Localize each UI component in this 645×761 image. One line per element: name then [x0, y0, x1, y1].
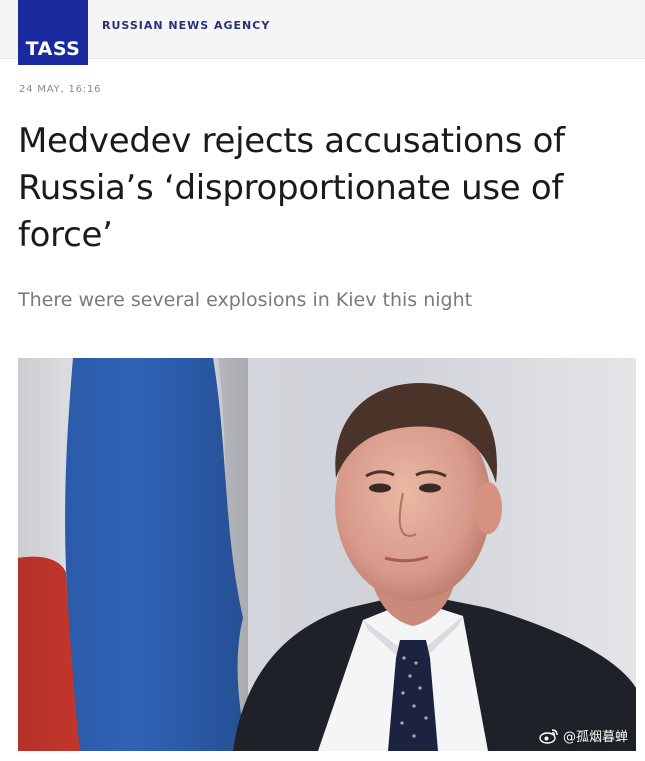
watermark: @孤烟暮蝉 [539, 726, 628, 745]
watermark-text: @孤烟暮蝉 [562, 730, 628, 745]
weibo-icon [539, 728, 558, 744]
article-page: TASS RUSSIAN NEWS AGENCY 24 MAY, 16:16 M… [0, 0, 645, 761]
portrait-photo-icon [18, 358, 636, 751]
agency-name-link[interactable]: RUSSIAN NEWS AGENCY [102, 19, 270, 32]
article-timestamp: 24 MAY, 16:16 [19, 84, 102, 95]
article-headline: Medvedev rejects accusations of Russia’s… [18, 121, 565, 255]
article-subheadline: There were several explosions in Kiev th… [18, 289, 473, 311]
site-header: TASS RUSSIAN NEWS AGENCY [0, 0, 645, 65]
article-photo[interactable]: @孤烟暮蝉 [18, 358, 636, 751]
logo-text: TASS [25, 38, 81, 60]
tass-logo[interactable]: TASS [18, 0, 88, 65]
